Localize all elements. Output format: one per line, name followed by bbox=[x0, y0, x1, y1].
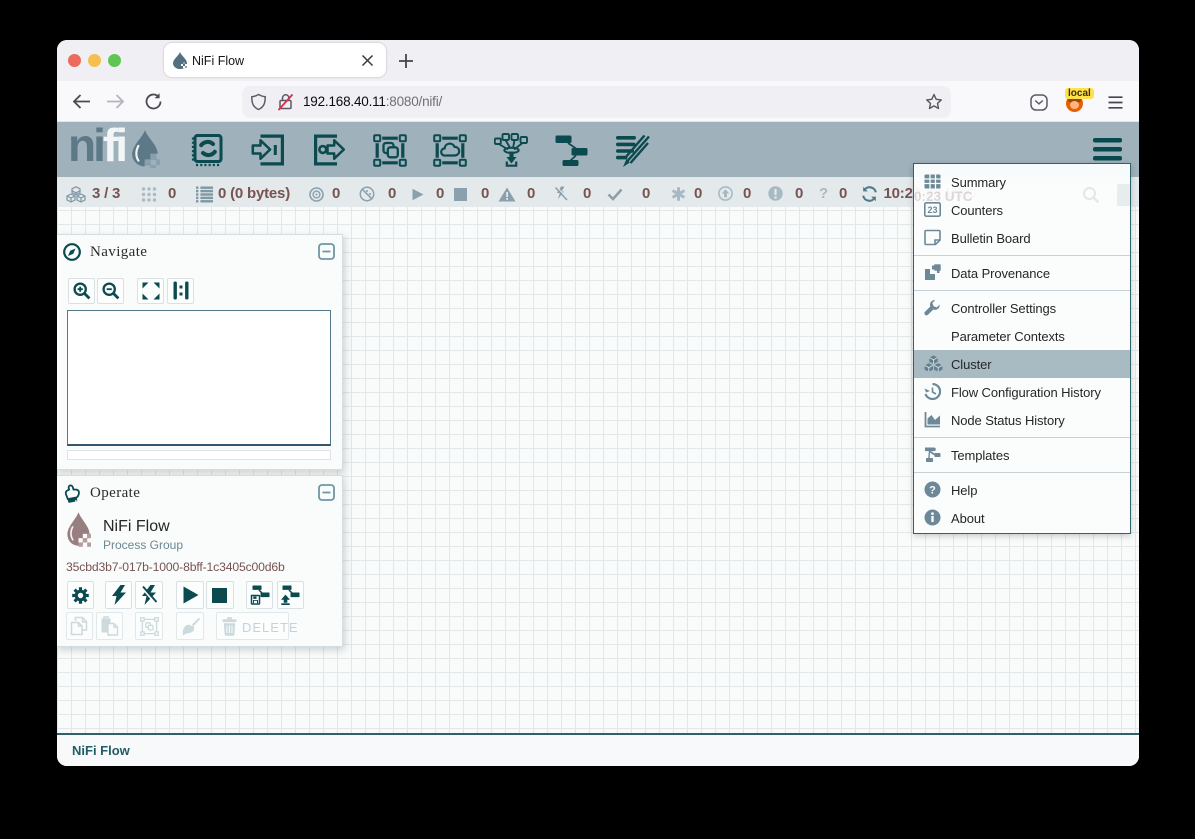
svg-text:23: 23 bbox=[927, 205, 937, 215]
svg-text:?: ? bbox=[929, 485, 936, 497]
